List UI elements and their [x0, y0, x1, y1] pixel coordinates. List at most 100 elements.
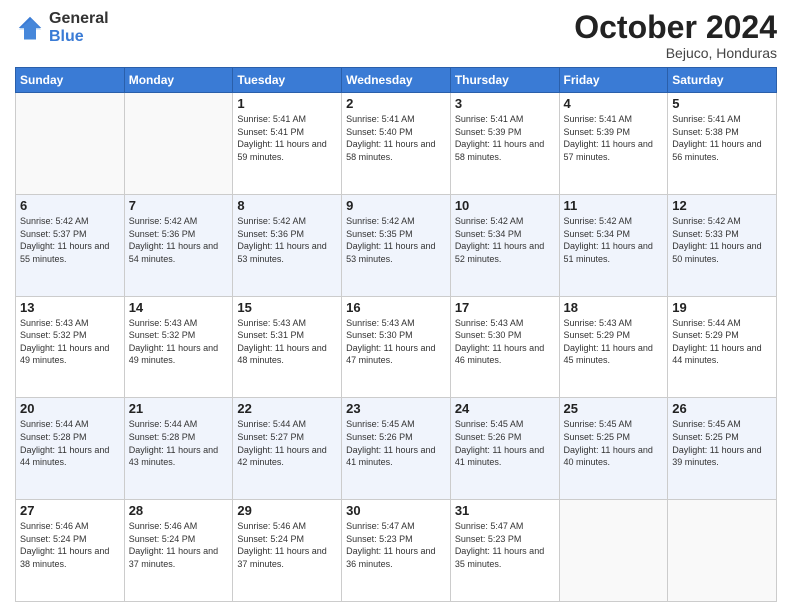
calendar-week-row: 1Sunrise: 5:41 AM Sunset: 5:41 PM Daylig…: [16, 93, 777, 195]
day-cell: 28Sunrise: 5:46 AM Sunset: 5:24 PM Dayli…: [124, 500, 233, 602]
day-info: Sunrise: 5:41 AM Sunset: 5:41 PM Dayligh…: [237, 113, 337, 163]
day-number: 16: [346, 300, 446, 315]
day-info: Sunrise: 5:41 AM Sunset: 5:40 PM Dayligh…: [346, 113, 446, 163]
logo-text: General Blue: [49, 10, 109, 45]
calendar-week-row: 20Sunrise: 5:44 AM Sunset: 5:28 PM Dayli…: [16, 398, 777, 500]
day-number: 2: [346, 96, 446, 111]
day-number: 10: [455, 198, 555, 213]
day-info: Sunrise: 5:42 AM Sunset: 5:36 PM Dayligh…: [237, 215, 337, 265]
day-info: Sunrise: 5:45 AM Sunset: 5:26 PM Dayligh…: [346, 418, 446, 468]
logo: General Blue: [15, 10, 109, 45]
day-info: Sunrise: 5:41 AM Sunset: 5:38 PM Dayligh…: [672, 113, 772, 163]
day-number: 31: [455, 503, 555, 518]
day-cell: 14 Sunrise: 5:43 AM Sunset: 5:32 PM Dayli…: [124, 296, 233, 398]
empty-cell: [559, 500, 668, 602]
day-number: 14: [129, 300, 229, 315]
day-number: 15: [237, 300, 337, 315]
day-info: Sunrise: 5:42 AM Sunset: 5:34 PM Dayligh…: [564, 215, 664, 265]
day-number: 4: [564, 96, 664, 111]
header-friday: Friday: [559, 68, 668, 93]
day-cell: 23 Sunrise: 5:45 AM Sunset: 5:26 PM Dayli…: [342, 398, 451, 500]
day-number: 13: [20, 300, 120, 315]
day-cell: 25 Sunrise: 5:45 AM Sunset: 5:25 PM Dayli…: [559, 398, 668, 500]
day-number: 24: [455, 401, 555, 416]
empty-cell: [668, 500, 777, 602]
empty-cell: [16, 93, 125, 195]
day-cell: 26 Sunrise: 5:45 AM Sunset: 5:25 PM Dayli…: [668, 398, 777, 500]
day-number: 25: [564, 401, 664, 416]
day-number: 29: [237, 503, 337, 518]
day-cell: 10 Sunrise: 5:42 AM Sunset: 5:34 PM Dayli…: [450, 194, 559, 296]
day-cell: 22 Sunrise: 5:44 AM Sunset: 5:27 PM Dayli…: [233, 398, 342, 500]
day-info: Sunrise: 5:43 AM Sunset: 5:30 PM Dayligh…: [346, 317, 446, 367]
day-cell: 3 Sunrise: 5:41 AM Sunset: 5:39 PM Daylig…: [450, 93, 559, 195]
day-number: 21: [129, 401, 229, 416]
day-number: 6: [20, 198, 120, 213]
month-title: October 2024: [574, 10, 777, 45]
day-cell: 12 Sunrise: 5:42 AM Sunset: 5:33 PM Dayli…: [668, 194, 777, 296]
day-cell: 4 Sunrise: 5:41 AM Sunset: 5:39 PM Daylig…: [559, 93, 668, 195]
calendar-week-row: 27 Sunrise: 5:46 AM Sunset: 5:24 PM Dayli…: [16, 500, 777, 602]
calendar-week-row: 6 Sunrise: 5:42 AM Sunset: 5:37 PM Daylig…: [16, 194, 777, 296]
header-sunday: Sunday: [16, 68, 125, 93]
location-subtitle: Bejuco, Honduras: [574, 45, 777, 61]
day-number: 26: [672, 401, 772, 416]
day-info: Sunrise: 5:42 AM Sunset: 5:34 PM Dayligh…: [455, 215, 555, 265]
day-info: Sunrise: 5:41 AM Sunset: 5:39 PM Dayligh…: [564, 113, 664, 163]
day-info: Sunrise: 5:42 AM Sunset: 5:37 PM Dayligh…: [20, 215, 120, 265]
day-number: 30: [346, 503, 446, 518]
day-cell: 6 Sunrise: 5:42 AM Sunset: 5:37 PM Daylig…: [16, 194, 125, 296]
day-cell: 2 Sunrise: 5:41 AM Sunset: 5:40 PM Daylig…: [342, 93, 451, 195]
day-cell: 9Sunrise: 5:42 AM Sunset: 5:35 PM Daylig…: [342, 194, 451, 296]
day-info: Sunrise: 5:43 AM Sunset: 5:32 PM Dayligh…: [129, 317, 229, 367]
day-cell: 1Sunrise: 5:41 AM Sunset: 5:41 PM Daylig…: [233, 93, 342, 195]
day-number: 12: [672, 198, 772, 213]
day-cell: 15 Sunrise: 5:43 AM Sunset: 5:31 PM Dayli…: [233, 296, 342, 398]
day-number: 23: [346, 401, 446, 416]
day-info: Sunrise: 5:44 AM Sunset: 5:29 PM Dayligh…: [672, 317, 772, 367]
header-saturday: Saturday: [668, 68, 777, 93]
day-cell: 30 Sunrise: 5:47 AM Sunset: 5:23 PM Dayli…: [342, 500, 451, 602]
day-cell: 29 Sunrise: 5:46 AM Sunset: 5:24 PM Dayli…: [233, 500, 342, 602]
day-number: 18: [564, 300, 664, 315]
day-cell: 16 Sunrise: 5:43 AM Sunset: 5:30 PM Dayli…: [342, 296, 451, 398]
day-number: 17: [455, 300, 555, 315]
day-cell: 5Sunrise: 5:41 AM Sunset: 5:38 PM Daylig…: [668, 93, 777, 195]
day-info: Sunrise: 5:43 AM Sunset: 5:29 PM Dayligh…: [564, 317, 664, 367]
day-info: Sunrise: 5:42 AM Sunset: 5:36 PM Dayligh…: [129, 215, 229, 265]
day-cell: 7 Sunrise: 5:42 AM Sunset: 5:36 PM Daylig…: [124, 194, 233, 296]
day-info: Sunrise: 5:45 AM Sunset: 5:25 PM Dayligh…: [564, 418, 664, 468]
day-info: Sunrise: 5:46 AM Sunset: 5:24 PM Dayligh…: [237, 520, 337, 570]
day-cell: 20Sunrise: 5:44 AM Sunset: 5:28 PM Dayli…: [16, 398, 125, 500]
day-number: 27: [20, 503, 120, 518]
day-info: Sunrise: 5:42 AM Sunset: 5:35 PM Dayligh…: [346, 215, 446, 265]
day-number: 28: [129, 503, 229, 518]
calendar-table: Sunday Monday Tuesday Wednesday Thursday…: [15, 67, 777, 602]
day-cell: 11 Sunrise: 5:42 AM Sunset: 5:34 PM Dayli…: [559, 194, 668, 296]
day-number: 7: [129, 198, 229, 213]
calendar-header-row: Sunday Monday Tuesday Wednesday Thursday…: [16, 68, 777, 93]
day-cell: 27 Sunrise: 5:46 AM Sunset: 5:24 PM Dayli…: [16, 500, 125, 602]
day-cell: 21Sunrise: 5:44 AM Sunset: 5:28 PM Dayli…: [124, 398, 233, 500]
page-header: General Blue October 2024 Bejuco, Hondur…: [15, 10, 777, 61]
day-info: Sunrise: 5:41 AM Sunset: 5:39 PM Dayligh…: [455, 113, 555, 163]
day-info: Sunrise: 5:43 AM Sunset: 5:31 PM Dayligh…: [237, 317, 337, 367]
header-monday: Monday: [124, 68, 233, 93]
day-number: 22: [237, 401, 337, 416]
day-info: Sunrise: 5:45 AM Sunset: 5:26 PM Dayligh…: [455, 418, 555, 468]
day-info: Sunrise: 5:45 AM Sunset: 5:25 PM Dayligh…: [672, 418, 772, 468]
day-info: Sunrise: 5:47 AM Sunset: 5:23 PM Dayligh…: [346, 520, 446, 570]
logo-icon: [15, 13, 45, 43]
day-info: Sunrise: 5:42 AM Sunset: 5:33 PM Dayligh…: [672, 215, 772, 265]
day-info: Sunrise: 5:44 AM Sunset: 5:27 PM Dayligh…: [237, 418, 337, 468]
day-cell: 8Sunrise: 5:42 AM Sunset: 5:36 PM Daylig…: [233, 194, 342, 296]
title-block: October 2024 Bejuco, Honduras: [574, 10, 777, 61]
day-number: 11: [564, 198, 664, 213]
header-thursday: Thursday: [450, 68, 559, 93]
day-info: Sunrise: 5:44 AM Sunset: 5:28 PM Dayligh…: [20, 418, 120, 468]
day-number: 3: [455, 96, 555, 111]
day-cell: 17Sunrise: 5:43 AM Sunset: 5:30 PM Dayli…: [450, 296, 559, 398]
day-info: Sunrise: 5:46 AM Sunset: 5:24 PM Dayligh…: [20, 520, 120, 570]
day-cell: 13Sunrise: 5:43 AM Sunset: 5:32 PM Dayli…: [16, 296, 125, 398]
day-cell: 19Sunrise: 5:44 AM Sunset: 5:29 PM Dayli…: [668, 296, 777, 398]
